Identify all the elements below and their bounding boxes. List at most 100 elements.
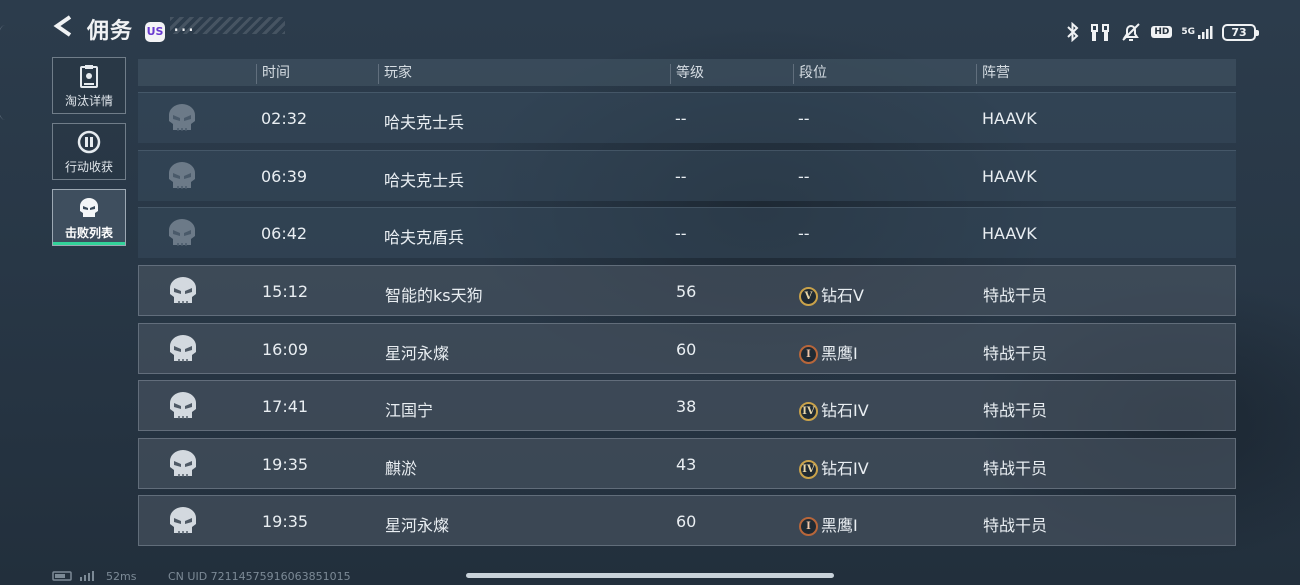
player-cell: 麒淤 [385,459,418,478]
column-player: 玩家 [378,64,412,84]
tab-label: 行动收获 [64,160,113,174]
tab-defeat-list[interactable]: 击败列表 [52,189,126,246]
level-cell: 60 [676,512,697,531]
status-bar: HD 5G 73 [1066,20,1259,44]
table-row[interactable]: 19:35 星河永燦 60 I 黑鹰I 特战干员 [138,495,1236,546]
table-row[interactable]: 16:09 星河永燦 60 I 黑鹰I 特战干员 [138,323,1236,374]
time-cell: 15:12 [262,282,309,301]
rank-cell: IV 钻石IV [799,397,869,421]
rank-cell: V 钻石V [799,282,864,306]
column-level: 等级 [670,64,704,84]
app-badge-icon: US [145,22,165,42]
tab-operation-loot[interactable]: 行动收获 [52,123,126,180]
active-tab-indicator [53,242,125,245]
faction-cell: 特战干员 [983,286,1048,305]
time-cell: 17:41 [262,397,309,416]
rank-label: -- [798,224,810,243]
table-row[interactable]: 02:32 哈夫克士兵 -- -- HAAVK [138,92,1236,143]
rank-badge-icon: I [799,345,818,364]
table-row[interactable]: 19:35 麒淤 43 IV 钻石IV 特战干员 [138,438,1236,489]
skull-icon [170,450,196,477]
tab-label: 淘汰详情 [64,94,113,108]
signal-5g-icon: 5G [1181,24,1213,40]
tab-label: 击败列表 [64,226,113,240]
rank-cell: -- [798,224,810,243]
rank-cell: I 黑鹰I [799,512,858,536]
column-time: 时间 [256,64,290,84]
home-indicator[interactable] [466,573,834,578]
page-title: 佣务 [87,19,134,44]
level-cell: 43 [676,455,697,474]
rank-label: -- [798,167,810,186]
level-cell: 38 [676,397,697,416]
time-cell: 16:09 [262,340,309,359]
skull-icon [170,277,196,304]
faction-cell: 特战干员 [983,516,1048,535]
time-cell: 06:39 [261,167,308,186]
rank-cell: IV 钻石IV [799,455,869,479]
back-arrow-icon[interactable] [50,12,78,40]
more-dots[interactable]: ··· [173,18,195,42]
level-cell: 56 [676,282,697,301]
skull-icon [170,392,196,419]
clipboard-icon [80,65,98,88]
ping-readout: 52ms [106,570,137,583]
rank-label: 黑鹰I [821,516,858,535]
skull-icon [170,335,196,362]
player-cell: 星河永燦 [385,516,450,535]
player-cell: 江国宁 [385,401,434,420]
tab-elimination-details[interactable]: 淘汰详情 [52,57,126,114]
skull-icon [169,219,195,246]
network-label: 5G [1181,26,1195,37]
faction-cell: HAAVK [982,109,1037,128]
user-uid: CN UID 72114575916063851015 [168,570,351,583]
rank-cell: -- [798,167,810,186]
time-cell: 19:35 [262,512,309,531]
skull-icon [170,507,196,534]
rank-label: 钻石V [821,286,864,305]
player-cell: 哈夫克盾兵 [384,228,465,247]
table-row[interactable]: 06:42 哈夫克盾兵 -- -- HAAVK [138,207,1236,258]
skull-icon [169,162,195,189]
hd-icon: HD [1151,26,1173,38]
column-faction: 阵营 [976,64,1010,84]
time-cell: 06:42 [261,224,308,243]
skull-icon [80,198,98,217]
rank-label: 钻石IV [821,401,869,420]
level-cell: -- [675,167,687,186]
rank-label: -- [798,109,810,128]
rank-label: 钻石IV [821,459,869,478]
rank-badge-icon: I [799,517,818,536]
rank-cell: I 黑鹰I [799,340,858,364]
loot-icon [77,130,101,154]
rank-badge-icon: V [799,287,818,306]
player-cell: 哈夫克士兵 [384,113,465,132]
level-cell: 60 [676,340,697,359]
table-row[interactable]: 06:39 哈夫克士兵 -- -- HAAVK [138,150,1236,201]
level-cell: -- [675,224,687,243]
bluetooth-icon [1067,22,1079,42]
rank-badge-icon: IV [799,402,818,421]
faction-cell: HAAVK [982,167,1037,186]
table-row[interactable]: 15:12 智能的ks天狗 56 V 钻石V 特战干员 [138,265,1236,316]
device-status-icon [52,571,94,581]
rank-label: 黑鹰I [821,344,858,363]
top-bar: 佣务 US ··· HD 5G 73 [0,0,1300,56]
battery-icon: 73 [1222,23,1259,41]
player-cell: 智能的ks天狗 [385,286,483,305]
rank-badge-icon: IV [799,460,818,479]
table-header: 时间 玩家 等级 段位 阵营 [138,59,1236,86]
faction-cell: 特战干员 [983,459,1048,478]
time-cell: 19:35 [262,455,309,474]
table-row[interactable]: 17:41 江国宁 38 IV 钻石IV 特战干员 [138,380,1236,431]
silent-icon [1122,23,1141,41]
faction-cell: HAAVK [982,224,1037,243]
player-cell: 哈夫克士兵 [384,171,465,190]
faction-cell: 特战干员 [983,401,1048,420]
level-cell: -- [675,109,687,128]
player-cell: 星河永燦 [385,344,450,363]
time-cell: 02:32 [261,109,308,128]
faction-cell: 特战干员 [983,344,1048,363]
earbuds-icon [1091,24,1110,41]
skull-icon [169,104,195,131]
